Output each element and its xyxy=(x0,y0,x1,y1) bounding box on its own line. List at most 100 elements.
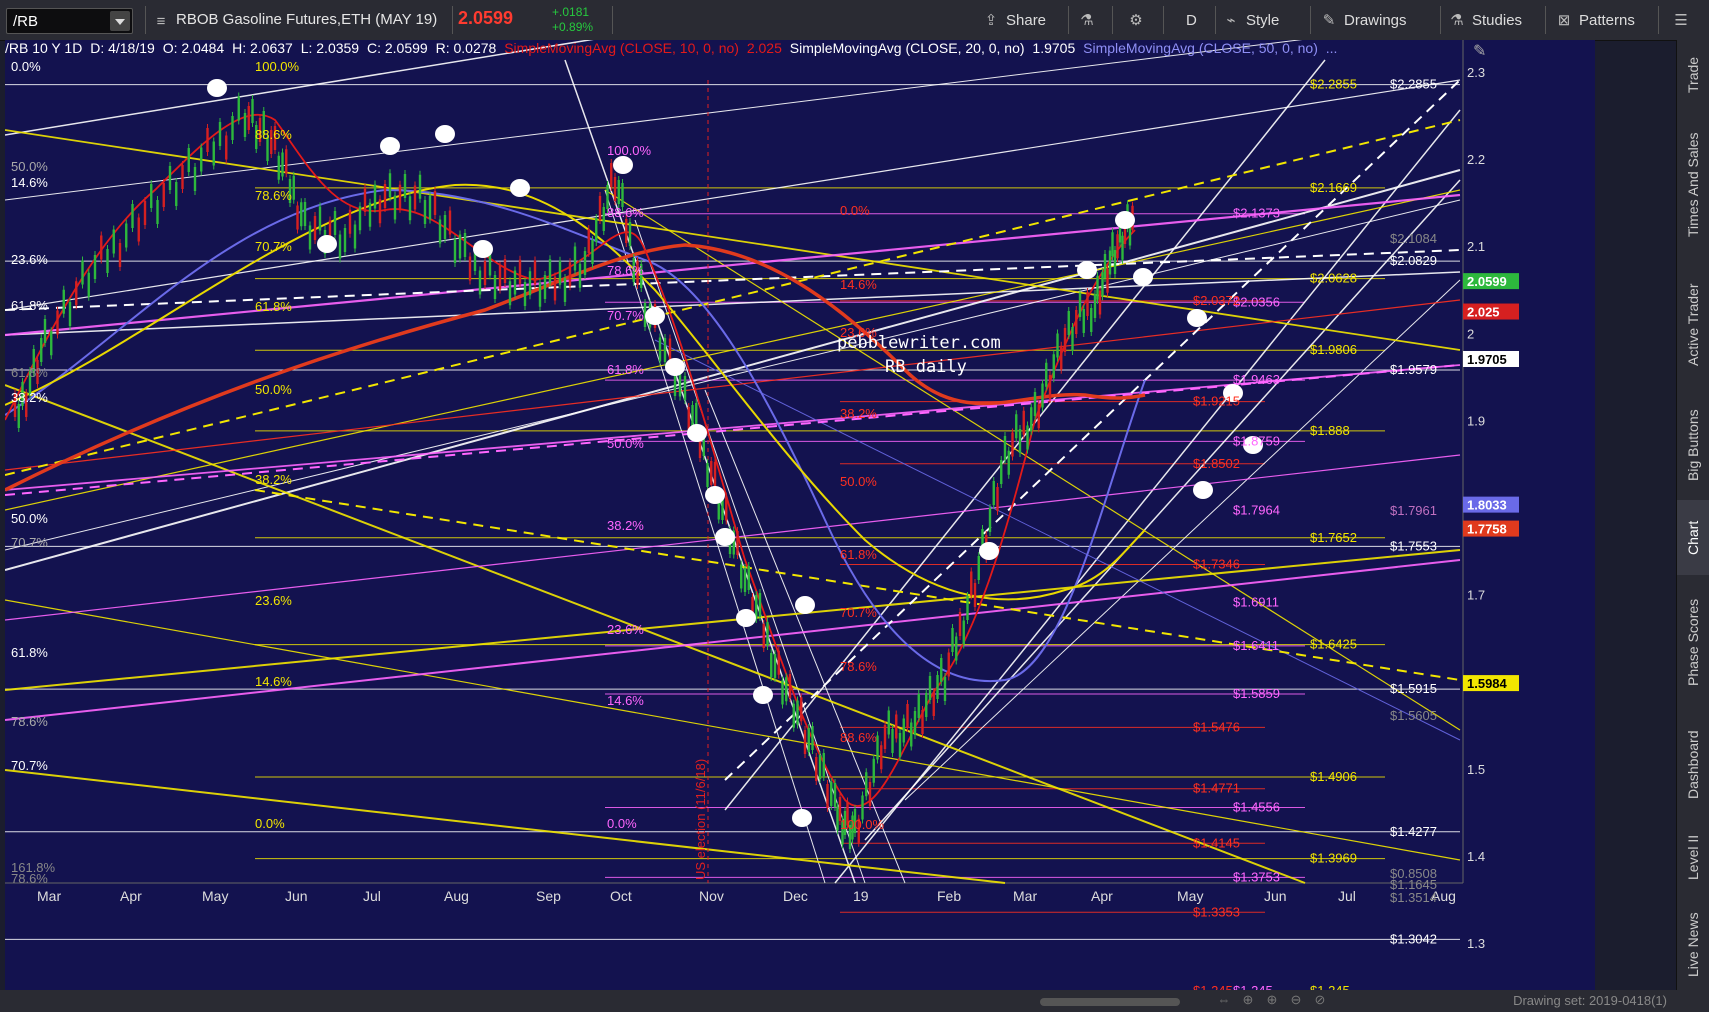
studies-label: Studies xyxy=(1472,11,1523,29)
tab-dashboard[interactable]: Dashboard xyxy=(1677,710,1709,820)
horizontal-scrollbar[interactable] xyxy=(1040,998,1180,1006)
candle-body xyxy=(815,757,818,781)
left-fib-percent-label: 70.7% xyxy=(11,535,48,550)
magenta-fib-percent-label: 61.8% xyxy=(607,362,644,377)
watermark-title: RB daily xyxy=(885,357,967,377)
share-button[interactable]: ⇪ Share xyxy=(982,8,1046,32)
touch-point-marker xyxy=(979,542,999,560)
candle-body xyxy=(112,229,115,254)
link-icon[interactable]: ≡ xyxy=(152,9,170,33)
style-button[interactable]: ⌁ Style xyxy=(1222,8,1279,32)
election-annotation: US election (11/6/18) xyxy=(693,759,708,880)
candle-body xyxy=(962,620,965,645)
candle-body xyxy=(251,99,254,123)
tab-active-trader[interactable]: Active Trader xyxy=(1677,260,1709,390)
candle-body xyxy=(1037,404,1040,429)
candle-body xyxy=(343,228,347,252)
tab-times-and-sales[interactable]: Times And Sales xyxy=(1677,110,1709,260)
flask-button[interactable]: ⚗ xyxy=(1078,8,1096,32)
red-fib-percent-label: 88.6% xyxy=(840,730,877,745)
red-fib-price-label: $1.4771 xyxy=(1193,781,1240,796)
touch-point-marker xyxy=(792,809,812,827)
sma50-value: ... xyxy=(1325,40,1338,56)
time-tick-label: Apr xyxy=(120,888,142,904)
expand-icon[interactable]: ⇔ xyxy=(1216,992,1232,1008)
candle-body xyxy=(910,722,913,747)
candle-body xyxy=(1075,310,1078,334)
drawings-button[interactable]: ✎ Drawings xyxy=(1320,8,1407,32)
candle-body xyxy=(792,703,795,728)
symbol-selector[interactable]: /RB xyxy=(6,8,133,34)
zoom-in-icon[interactable]: ⊕ xyxy=(1264,992,1280,1008)
candle-body xyxy=(663,338,667,362)
candle-body xyxy=(891,729,894,753)
candle-body xyxy=(836,806,839,831)
tab-live-news[interactable]: Live News xyxy=(1677,895,1709,995)
tab-phase-scores[interactable]: Phase Scores xyxy=(1677,575,1709,710)
candle-body xyxy=(243,113,247,137)
timeframe-button[interactable]: D xyxy=(1186,8,1197,32)
candle-body xyxy=(973,583,977,607)
touch-point-marker xyxy=(645,307,665,325)
candle-body xyxy=(1067,311,1070,335)
zoom-out-icon[interactable]: ⊖ xyxy=(1288,992,1304,1008)
studies-button[interactable]: ⚗ Studies xyxy=(1448,8,1522,32)
yellow-fib-percent-label: 61.8% xyxy=(255,299,292,314)
magenta-fib-price-label: $2.0356 xyxy=(1233,294,1280,309)
crosshair-icon[interactable]: ⊕ xyxy=(1240,992,1256,1008)
candle-body xyxy=(713,462,717,486)
candle-body xyxy=(413,185,417,210)
tab-chart[interactable]: Chart xyxy=(1677,500,1709,575)
candle-body xyxy=(398,184,402,209)
touch-point-marker xyxy=(613,156,633,174)
red-fib-percent-label: 0.0% xyxy=(840,203,870,218)
tab-big-buttons[interactable]: Big Buttons xyxy=(1677,390,1709,500)
touch-point-marker xyxy=(715,528,735,546)
candle-body xyxy=(1041,383,1044,408)
candle-body xyxy=(762,624,765,648)
chevron-down-icon[interactable] xyxy=(110,11,130,31)
info-open: O: 2.0484 xyxy=(162,40,225,56)
candle-body xyxy=(308,225,312,250)
tab-level-ii[interactable]: Level II xyxy=(1677,820,1709,895)
patterns-button[interactable]: ⊠ Patterns xyxy=(1555,8,1635,32)
candle-body xyxy=(906,704,909,728)
candle-body xyxy=(368,202,372,227)
settings-button[interactable]: ⚙ xyxy=(1127,8,1145,32)
candle-body xyxy=(992,481,995,505)
zoom-fit-icon[interactable]: ⊘ xyxy=(1312,992,1328,1008)
candle-body xyxy=(958,612,962,636)
toolbar-divider xyxy=(1215,6,1216,34)
red-fib-price-label: $2.0372 xyxy=(1193,293,1240,308)
price-chart[interactable]: 2.32.22.121.91.71.61.51.41.3MarAprMayJun… xyxy=(5,40,1595,990)
share-label: Share xyxy=(1006,11,1047,29)
candle-body xyxy=(393,195,397,220)
candle-body xyxy=(403,174,407,198)
drawings-label: Drawings xyxy=(1344,11,1407,29)
touch-point-marker xyxy=(435,125,455,143)
red-fib-price-label: $1.3353 xyxy=(1193,904,1240,919)
sma50-label: SimpleMovingAvg (CLOSE, 50, 0, no) xyxy=(1083,40,1318,56)
tab-trade[interactable]: Trade xyxy=(1677,40,1709,110)
sma20-label: SimpleMovingAvg (CLOSE, 20, 0, no) xyxy=(789,40,1025,56)
drawing-set-label[interactable]: Drawing set: 2019-0418(1) xyxy=(1513,993,1667,1008)
candle-body xyxy=(378,199,382,224)
candle-body xyxy=(658,337,662,362)
last-price: 2.0599 xyxy=(458,8,514,28)
candle-body xyxy=(807,728,810,752)
chart-info-bar: /RB 10 Y 1D D: 4/18/19 O: 2.0484 H: 2.06… xyxy=(5,40,1591,62)
candle-body xyxy=(218,122,222,146)
pencil-icon: ✎ xyxy=(1322,12,1336,29)
candle-body xyxy=(568,262,572,287)
menu-button[interactable]: ☰ xyxy=(1672,8,1690,32)
toolbar-divider xyxy=(612,6,613,34)
candle-body xyxy=(175,182,178,206)
info-low: L: 2.0359 xyxy=(300,40,360,56)
candle-body xyxy=(518,259,522,284)
red-fib-price-label: $1.7346 xyxy=(1193,556,1240,571)
candle-body xyxy=(168,166,172,190)
time-tick-label: Mar xyxy=(37,888,61,904)
candle-body xyxy=(1045,362,1048,387)
magenta-fib-percent-label: 23.6% xyxy=(607,622,644,637)
candle-body xyxy=(131,204,134,228)
